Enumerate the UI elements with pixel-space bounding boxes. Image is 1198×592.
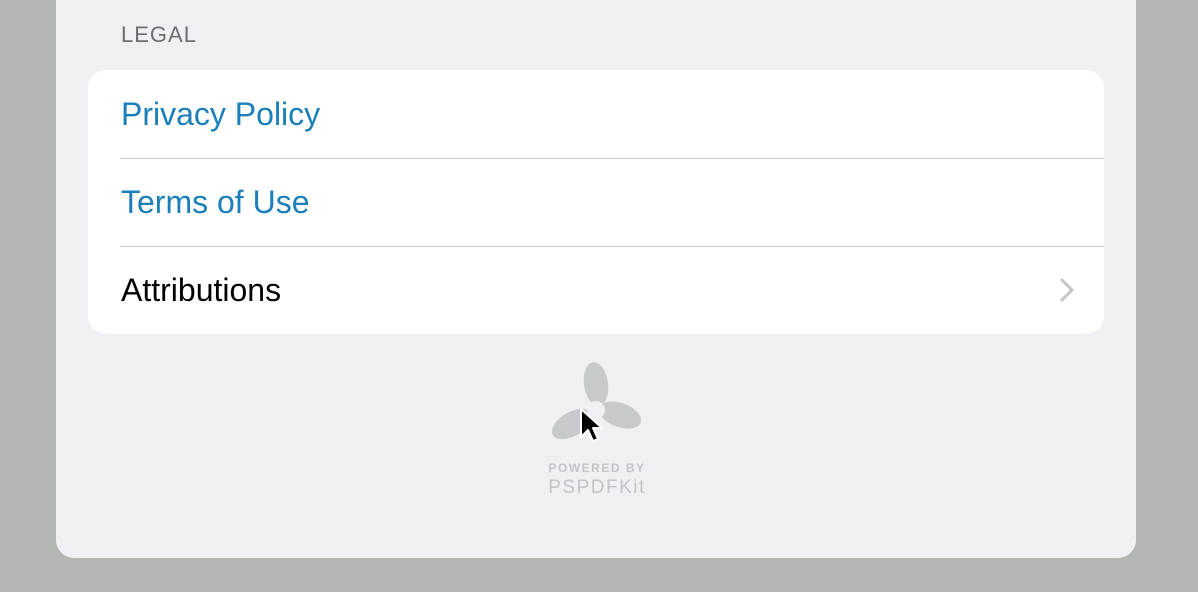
attributions-label: Attributions bbox=[121, 272, 282, 308]
mouse-cursor-icon bbox=[580, 408, 603, 442]
powered-by-label: POWERED BY bbox=[548, 461, 646, 475]
terms-of-use-link[interactable]: Terms of Use bbox=[121, 186, 309, 218]
terms-of-use-row[interactable]: Terms of Use bbox=[88, 158, 1104, 246]
pspdfkit-brand-label: PSPDFKit bbox=[548, 477, 646, 498]
attributions-row[interactable]: Attributions bbox=[88, 246, 1104, 334]
privacy-policy-link[interactable]: Privacy Policy bbox=[121, 98, 320, 130]
section-header-legal: LEGAL bbox=[121, 22, 197, 47]
privacy-policy-row[interactable]: Privacy Policy bbox=[88, 70, 1104, 158]
legal-group: Privacy Policy Terms of Use Attributions bbox=[88, 70, 1104, 334]
chevron-right-icon bbox=[1060, 278, 1074, 302]
